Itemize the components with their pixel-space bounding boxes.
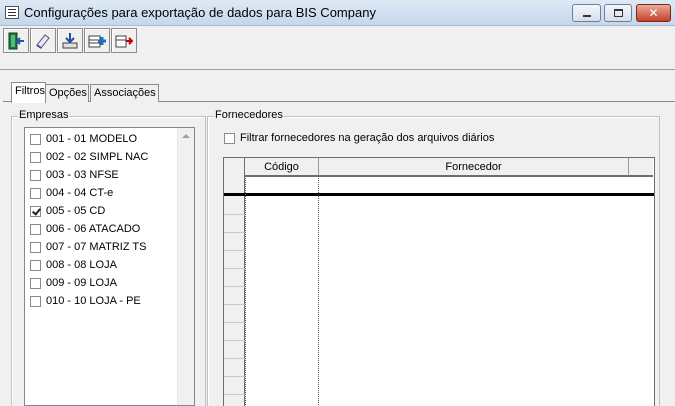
filtrar-fornecedores-label: Filtrar fornecedores na geração dos arqu… [240, 132, 495, 144]
window-title: Configurações para exportação de dados p… [24, 5, 376, 20]
delete-record-icon [115, 35, 133, 48]
list-item[interactable]: 002 - 02 SIMPL NAC [29, 149, 174, 167]
delete-record-button[interactable] [111, 28, 137, 53]
empresa-label: 006 - 06 ATACADO [46, 223, 141, 235]
list-item[interactable]: 006 - 06 ATACADO [29, 221, 174, 239]
row-header-separator [224, 286, 245, 287]
list-item[interactable]: 007 - 07 MATRIZ TS [29, 239, 174, 257]
exit-button[interactable] [3, 28, 29, 53]
list-item[interactable]: 004 - 04 CT-e [29, 185, 174, 203]
empresa-checkbox[interactable] [30, 134, 41, 145]
empresa-label: 003 - 03 NFSE [46, 169, 119, 181]
empresa-checkbox[interactable] [30, 260, 41, 271]
row-header-separator [224, 304, 245, 305]
list-item[interactable]: 010 - 10 LOJA - PE [29, 293, 174, 311]
maximize-button[interactable] [604, 4, 632, 22]
column-header-filler [629, 158, 653, 176]
current-row-marker [224, 193, 654, 196]
empresa-label: 007 - 07 MATRIZ TS [46, 241, 147, 253]
clear-button[interactable] [30, 28, 56, 53]
close-button[interactable]: ✕ [636, 4, 671, 22]
add-record-button[interactable] [84, 28, 110, 53]
empresa-label: 001 - 01 MODELO [46, 133, 138, 145]
empresa-label: 005 - 05 CD [46, 205, 106, 217]
fornecedores-grid[interactable]: Código Fornecedor [223, 157, 655, 406]
empresa-checkbox[interactable] [30, 188, 41, 199]
row-header-separator [224, 358, 245, 359]
minimize-button[interactable] [572, 4, 601, 22]
column-header-fornecedor[interactable]: Fornecedor [319, 158, 629, 176]
row-header-separator [224, 322, 245, 323]
empresa-checkbox[interactable] [30, 170, 41, 181]
tab-opcoes[interactable]: Opções [45, 84, 89, 102]
close-icon: ✕ [648, 6, 659, 20]
row-header-separator [224, 340, 245, 341]
row-header-separator [224, 268, 245, 269]
row-header-separator [224, 214, 245, 215]
codigo-column-line [245, 176, 246, 406]
empresas-legend: Empresas [18, 109, 70, 121]
empresa-checkbox[interactable] [30, 152, 41, 163]
list-item[interactable]: 003 - 03 NFSE [29, 167, 174, 185]
empresa-label: 002 - 02 SIMPL NAC [46, 151, 149, 163]
scroll-up-arrow-icon[interactable] [182, 134, 190, 138]
exit-door-icon [8, 32, 24, 50]
row-header-separator [224, 394, 245, 395]
empresa-checkbox[interactable] [30, 296, 41, 307]
empresa-label: 008 - 08 LOJA [46, 259, 117, 271]
empresa-label: 004 - 04 CT-e [46, 187, 114, 199]
import-button[interactable] [57, 28, 83, 53]
tab-associacoes[interactable]: Associações [90, 84, 159, 102]
maximize-icon [614, 9, 623, 17]
filtrar-fornecedores-check[interactable] [224, 133, 235, 144]
list-item[interactable]: 009 - 09 LOJA [29, 275, 174, 293]
fornecedores-legend: Fornecedores [214, 109, 284, 121]
empresa-checkbox[interactable] [30, 206, 41, 217]
empresa-checkbox[interactable] [30, 224, 41, 235]
row-header-separator [224, 250, 245, 251]
empresa-checkbox[interactable] [30, 242, 41, 253]
tab-filtros[interactable]: Filtros [11, 82, 46, 103]
title-bar: Configurações para exportação de dados p… [0, 0, 675, 26]
list-item[interactable]: 001 - 01 MODELO [29, 131, 174, 149]
empresas-list[interactable]: 001 - 01 MODELO 002 - 02 SIMPL NAC 003 - 0… [24, 127, 195, 406]
empresa-checkbox[interactable] [30, 278, 41, 289]
row-header-separator [224, 232, 245, 233]
header-divider [245, 176, 653, 177]
eraser-icon [36, 34, 50, 49]
empresa-label: 009 - 09 LOJA [46, 277, 117, 289]
app-icon [5, 6, 19, 19]
toolbar [0, 26, 675, 70]
add-record-icon [88, 35, 106, 48]
list-item[interactable]: 005 - 05 CD [29, 203, 174, 221]
column-header-codigo[interactable]: Código [245, 158, 319, 176]
minimize-icon [583, 15, 591, 17]
fornecedor-column-line [318, 176, 319, 406]
empresa-label: 010 - 10 LOJA - PE [46, 295, 141, 307]
row-header-separator [224, 376, 245, 377]
empresas-scrollbar[interactable] [177, 128, 194, 405]
import-tray-icon [62, 33, 78, 49]
list-item[interactable]: 008 - 08 LOJA [29, 257, 174, 275]
